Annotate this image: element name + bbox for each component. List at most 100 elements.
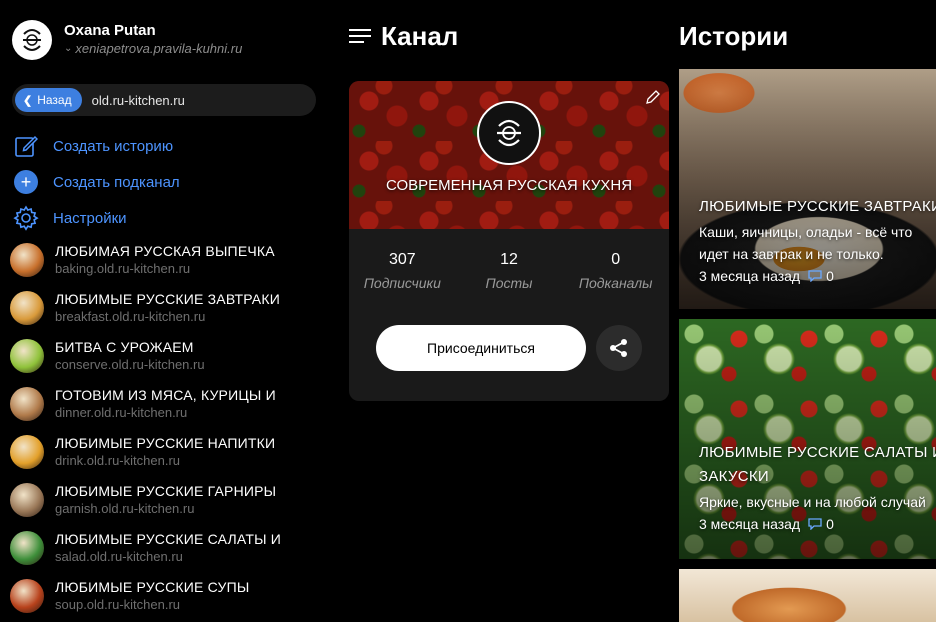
story-title: ЛЮБИМЫЕ РУССКИЕ САЛАТЫ И bbox=[699, 444, 936, 461]
story-comment-count: 0 bbox=[826, 268, 834, 284]
subchannel-title: ГОТОВИМ ИЗ МЯСА, КУРИЦЫ И bbox=[55, 387, 276, 403]
story-card-breakfast[interactable]: ЛЮБИМЫЕ РУССКИЕ ЗАВТРАКИ Каши, яичницы, … bbox=[679, 69, 936, 309]
subchannel-thumbnail bbox=[10, 387, 44, 421]
story-card-salads[interactable]: ЛЮБИМЫЕ РУССКИЕ САЛАТЫ И ЗАКУСКИ Яркие, … bbox=[679, 319, 936, 559]
stat-value: 307 bbox=[388, 251, 416, 268]
subchannel-thumbnail bbox=[10, 291, 44, 325]
hamburger-menu-icon[interactable] bbox=[349, 28, 371, 44]
subchannel-item[interactable]: ЛЮБИМЫЕ РУССКИЕ ЗАВТРАКИ breakfast.old.ru… bbox=[10, 284, 320, 332]
subchannel-url: conserve.old.ru-kitchen.ru bbox=[55, 357, 205, 372]
comment-icon bbox=[808, 270, 822, 282]
plus-circle-icon-wrap: + bbox=[12, 168, 40, 196]
story-meta: 3 месяца назад 0 bbox=[699, 513, 936, 535]
address-bar: ❮ Назад old.ru-kitchen.ru bbox=[12, 84, 316, 116]
create-subchannel-label: Создать подканал bbox=[53, 173, 180, 191]
subchannel-title: БИТВА С УРОЖАЕМ bbox=[55, 339, 194, 355]
subchannel-item[interactable]: ЛЮБИМЫЕ РУССКИЕ НАПИТКИ drink.old.ru-kitc… bbox=[10, 428, 320, 476]
share-button[interactable] bbox=[596, 325, 642, 371]
subchannel-thumbnail bbox=[10, 483, 44, 517]
story-comments: 0 bbox=[808, 265, 834, 287]
subchannel-url: breakfast.old.ru-kitchen.ru bbox=[55, 309, 206, 324]
stat-value: 12 bbox=[500, 251, 518, 268]
subchannel-item[interactable]: ЛЮБИМЫЕ РУССКИЕ САЛАТЫ И salad.old.ru-kit… bbox=[10, 524, 320, 572]
subchannel-thumbnail bbox=[10, 243, 44, 277]
story-meta: 3 месяца назад 0 bbox=[699, 265, 936, 287]
stat-label: Подканалы bbox=[578, 275, 653, 291]
user-site-switcher[interactable]: ⌄ xeniapetrova.pravila-kuhni.ru bbox=[64, 40, 242, 58]
subchannel-text: ЛЮБИМЫЕ РУССКИЕ СУПЫ soup.old.ru-kitchen.… bbox=[55, 579, 249, 613]
user-name: Oxana Putan bbox=[64, 22, 156, 39]
create-story-button[interactable]: Создать историю bbox=[12, 128, 180, 164]
pencil-icon[interactable] bbox=[645, 89, 661, 110]
create-subchannel-button[interactable]: + Создать подканал bbox=[12, 164, 180, 200]
subchannel-item[interactable]: БИТВА С УРОЖАЕМ conserve.old.ru-kitchen.r… bbox=[10, 332, 320, 380]
subchannel-url: salad.old.ru-kitchen.ru bbox=[55, 549, 183, 564]
settings-button[interactable]: Настройки bbox=[12, 200, 180, 236]
channel-logo bbox=[477, 101, 541, 165]
channel-card: СОВРЕМЕННАЯ РУССКАЯ КУХНЯ 307 Подписчики… bbox=[349, 81, 669, 401]
kitchen-logo-icon bbox=[12, 20, 52, 60]
stat-value: 0 bbox=[611, 251, 621, 268]
channel-stats: 307 Подписчики 12 Посты 0 Подканалы bbox=[349, 249, 669, 295]
join-button[interactable]: Присоединиться bbox=[376, 325, 586, 371]
subchannel-title: ЛЮБИМАЯ РУССКАЯ ВЫПЕЧКА bbox=[55, 243, 275, 259]
subchannel-text: ЛЮБИМЫЕ РУССКИЕ НАПИТКИ drink.old.ru-kitc… bbox=[55, 435, 275, 469]
subchannel-text: ЛЮБИМЫЕ РУССКИЕ ЗАВТРАКИ breakfast.old.ru… bbox=[55, 291, 280, 325]
subchannel-title: ЛЮБИМЫЕ РУССКИЕ СУПЫ bbox=[55, 579, 250, 595]
story-time: 3 месяца назад bbox=[699, 268, 801, 284]
story-title: ЛЮБИМЫЕ РУССКИЕ ЗАВТРАКИ bbox=[699, 198, 936, 215]
subchannel-item[interactable]: ЛЮБИМАЯ РУССКАЯ ВЫПЕЧКА baking.old.ru-kit… bbox=[10, 236, 320, 284]
subchannel-text: ЛЮБИМЫЕ РУССКИЕ ГАРНИРЫ garnish.old.ru-ki… bbox=[55, 483, 276, 517]
subchannel-text: БИТВА С УРОЖАЕМ conserve.old.ru-kitchen.r… bbox=[55, 339, 205, 373]
back-button[interactable]: ❮ Назад bbox=[15, 88, 82, 112]
subchannel-url: drink.old.ru-kitchen.ru bbox=[55, 453, 180, 468]
story-image bbox=[679, 569, 936, 622]
story-comment-count: 0 bbox=[826, 516, 834, 532]
chevron-left-icon: ❮ bbox=[23, 94, 33, 107]
story-desc-line: Каши, яичницы, оладьи - всё что bbox=[699, 224, 913, 240]
sidebar: Oxana Putan ⌄ xeniapetrova.pravila-kuhni… bbox=[0, 0, 330, 622]
create-story-label: Создать историю bbox=[53, 137, 174, 155]
story-desc-line: Яркие, вкусные и на любой случай bbox=[699, 494, 926, 510]
subchannel-thumbnail bbox=[10, 531, 44, 565]
stat-subscribers: 307 Подписчики bbox=[349, 249, 456, 295]
subchannel-thumbnail bbox=[10, 339, 44, 373]
subchannel-thumbnail bbox=[10, 435, 44, 469]
subchannel-url: dinner.old.ru-kitchen.ru bbox=[55, 405, 188, 420]
share-icon bbox=[610, 339, 627, 357]
story-title: ЗАКУСКИ bbox=[699, 468, 769, 485]
story-card-partial[interactable] bbox=[679, 569, 936, 622]
channel-heading: Канал bbox=[381, 20, 459, 51]
subchannel-item[interactable]: ЛЮБИМЫЕ РУССКИЕ ГАРНИРЫ garnish.old.ru-ki… bbox=[10, 476, 320, 524]
channel-cover-image: СОВРЕМЕННАЯ РУССКАЯ КУХНЯ bbox=[349, 81, 669, 229]
plus-circle-icon: + bbox=[14, 170, 38, 194]
channel-cover-title: СОВРЕМЕННАЯ РУССКАЯ КУХНЯ bbox=[385, 177, 633, 194]
story-body: ЛЮБИМЫЕ РУССКИЕ САЛАТЫ И ЗАКУСКИ Яркие, … bbox=[699, 441, 936, 535]
create-story-icon bbox=[12, 132, 40, 160]
subchannel-title: ЛЮБИМЫЕ РУССКИЕ САЛАТЫ И bbox=[55, 531, 282, 547]
story-body: ЛЮБИМЫЕ РУССКИЕ ЗАВТРАКИ Каши, яичницы, … bbox=[699, 195, 936, 287]
story-desc: Яркие, вкусные и на любой случай bbox=[699, 491, 936, 513]
subchannel-title: ЛЮБИМЫЕ РУССКИЕ ЗАВТРАКИ bbox=[55, 291, 280, 307]
story-time: 3 месяца назад bbox=[699, 516, 801, 532]
chevron-down-icon: ⌄ bbox=[64, 43, 73, 54]
channel-header: Канал bbox=[349, 18, 458, 54]
story-desc: Каши, яичницы, оладьи - всё что идет на … bbox=[699, 221, 936, 265]
subchannel-item[interactable]: ГОТОВИМ ИЗ МЯСА, КУРИЦЫ И dinner.old.ru-k… bbox=[10, 380, 320, 428]
stat-subchannels: 0 Подканалы bbox=[562, 249, 669, 295]
user-header[interactable]: Oxana Putan ⌄ xeniapetrova.pravila-kuhni… bbox=[12, 16, 242, 64]
gear-icon bbox=[12, 204, 40, 232]
subchannel-title: ЛЮБИМЫЕ РУССКИЕ ГАРНИРЫ bbox=[55, 483, 277, 499]
subchannel-url: garnish.old.ru-kitchen.ru bbox=[55, 501, 195, 516]
subchannel-text: ЛЮБИМЫЕ РУССКИЕ САЛАТЫ И salad.old.ru-kit… bbox=[55, 531, 281, 565]
user-site-label: xeniapetrova.pravila-kuhni.ru bbox=[75, 41, 243, 56]
subchannel-text: ЛЮБИМАЯ РУССКАЯ ВЫПЕЧКА baking.old.ru-kit… bbox=[55, 243, 275, 277]
back-button-label: Назад bbox=[37, 93, 72, 107]
stories-heading: Истории bbox=[679, 21, 789, 51]
subchannel-list: ЛЮБИМАЯ РУССКАЯ ВЫПЕЧКА baking.old.ru-kit… bbox=[10, 236, 320, 620]
current-url: old.ru-kitchen.ru bbox=[91, 92, 185, 108]
subchannel-item[interactable]: ЛЮБИМЫЕ РУССКИЕ СУПЫ soup.old.ru-kitchen.… bbox=[10, 572, 320, 620]
subchannel-thumbnail bbox=[10, 579, 44, 613]
story-comments: 0 bbox=[808, 513, 834, 535]
sidebar-actions: Создать историю + Создать подканал Настр… bbox=[12, 128, 180, 236]
